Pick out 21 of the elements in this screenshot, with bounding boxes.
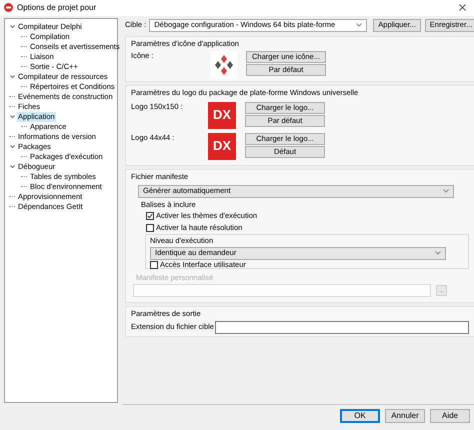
chevron-down-icon[interactable]: [10, 74, 14, 80]
checkbox[interactable]: [146, 212, 154, 220]
chevron-down-icon[interactable]: [10, 164, 14, 170]
chevron-down-icon[interactable]: [10, 114, 14, 120]
dialog-button[interactable]: Annuler: [385, 409, 425, 424]
chevron-down-icon: [356, 23, 362, 28]
dialog-button[interactable]: Aide: [430, 409, 470, 424]
app-logo-icon: [4, 3, 13, 12]
dialog-button[interactable]: OK: [340, 409, 380, 424]
suit-symbols-icon: [211, 50, 237, 79]
checkbox[interactable]: [150, 261, 158, 270]
checkbox[interactable]: [146, 224, 154, 232]
input-field[interactable]: [214, 320, 469, 334]
chevron-down-icon[interactable]: [10, 24, 14, 30]
chevron-down-icon[interactable]: [10, 144, 14, 150]
close-icon[interactable]: [459, 4, 466, 12]
window-title: Options de projet pour: [17, 2, 96, 13]
chevron-down-icon: [435, 251, 441, 256]
logo-tile: DX: [208, 132, 236, 160]
logo-tile: DX: [208, 102, 236, 129]
chevron-down-icon: [443, 189, 449, 194]
